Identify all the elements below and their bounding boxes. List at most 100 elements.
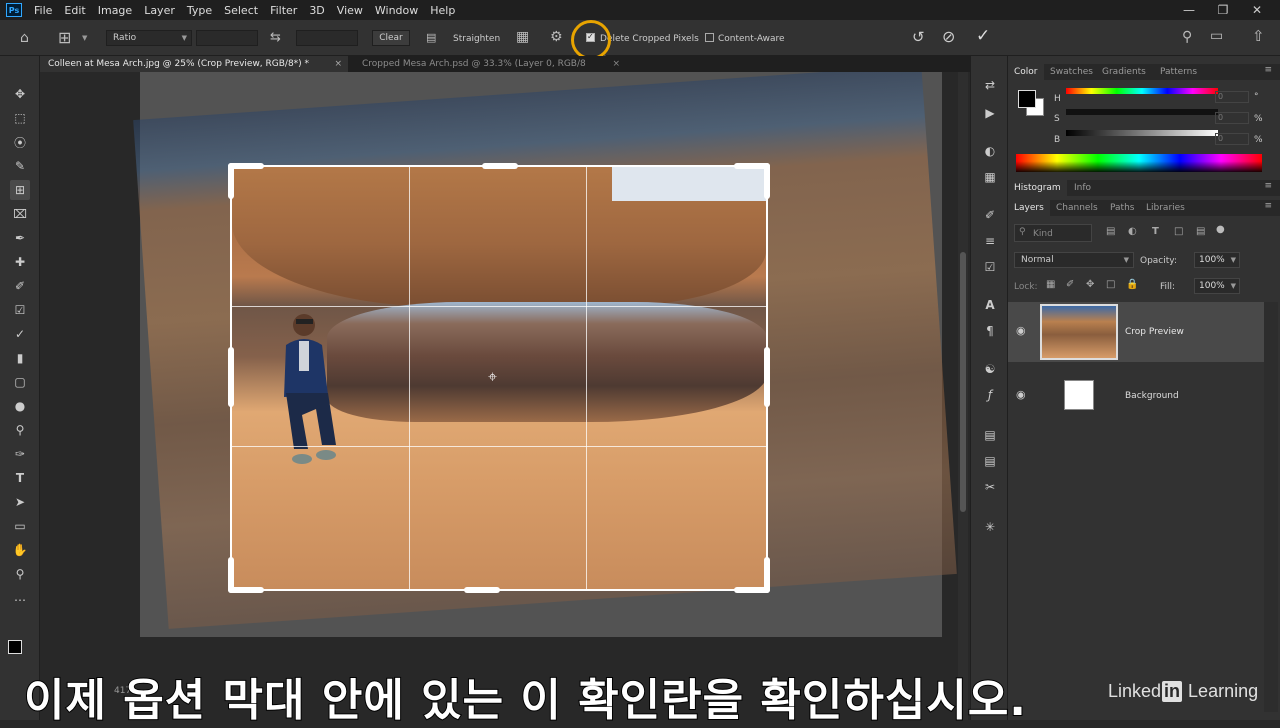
- menu-help[interactable]: Help: [424, 4, 461, 17]
- restore-icon[interactable]: ❐: [1206, 0, 1240, 20]
- stamp-tool-icon[interactable]: ☑: [10, 300, 30, 320]
- quick-select-tool-icon[interactable]: ✎: [10, 156, 30, 176]
- channels-icon[interactable]: ▤: [981, 426, 999, 444]
- history-icon[interactable]: ⇄: [981, 76, 999, 94]
- pen-tool-icon[interactable]: ✑: [10, 444, 30, 464]
- close-icon[interactable]: ×: [612, 56, 620, 72]
- gear-icon[interactable]: ⚙: [550, 29, 563, 45]
- crop-handle-bottom[interactable]: [464, 587, 500, 593]
- move-tool-icon[interactable]: ✥: [10, 84, 30, 104]
- saturation-slider[interactable]: [1066, 109, 1218, 115]
- panel-menu-icon[interactable]: ≡: [1264, 201, 1272, 211]
- fx-styles-icon[interactable]: ƒ: [981, 386, 999, 404]
- home-icon[interactable]: ⌂: [20, 30, 29, 46]
- more-tools-icon[interactable]: ⋯: [10, 590, 30, 610]
- tab-patterns[interactable]: Patterns: [1154, 64, 1203, 80]
- crop-frame[interactable]: [228, 163, 770, 593]
- close-icon[interactable]: ×: [334, 56, 342, 72]
- hue-slider[interactable]: [1066, 88, 1218, 94]
- rectangle-tool-icon[interactable]: ▭: [10, 516, 30, 536]
- glyphs-icon[interactable]: ☯: [981, 360, 999, 378]
- delete-cropped-pixels-label[interactable]: Delete Cropped Pixels: [600, 34, 699, 44]
- color-spectrum-ramp[interactable]: [1016, 154, 1262, 172]
- crop-tool-preset-icon[interactable]: ⊞: [58, 28, 71, 47]
- zoom-tool-icon[interactable]: ⚲: [10, 564, 30, 584]
- filter-pixel-icon[interactable]: ▤: [1106, 226, 1115, 237]
- filter-adjustment-icon[interactable]: ◐: [1128, 226, 1137, 237]
- brightness-slider[interactable]: [1066, 130, 1218, 136]
- lock-position-icon[interactable]: ✥: [1086, 279, 1094, 290]
- tab-channels[interactable]: Channels: [1050, 200, 1104, 216]
- frame-tool-icon[interactable]: ⌧: [10, 204, 30, 224]
- hue-value[interactable]: 0: [1215, 91, 1249, 103]
- 3d-icon[interactable]: ✳: [981, 518, 999, 536]
- dodge-tool-icon[interactable]: ⚲: [10, 420, 30, 440]
- type-tool-icon[interactable]: T: [10, 468, 30, 488]
- menu-type[interactable]: Type: [181, 4, 218, 17]
- chevron-down-icon[interactable]: ▼: [82, 34, 87, 42]
- document-canvas[interactable]: ⌖ 417: [40, 72, 970, 720]
- eyedropper-tool-icon[interactable]: ✒: [10, 228, 30, 248]
- ratio-height-input[interactable]: [296, 30, 358, 46]
- share-icon[interactable]: ⇧: [1252, 27, 1265, 45]
- properties-icon[interactable]: ▦: [981, 168, 999, 186]
- minimize-icon[interactable]: —: [1172, 0, 1206, 20]
- menu-edit[interactable]: Edit: [58, 4, 91, 17]
- layer-row-background[interactable]: ◉ Background: [1008, 364, 1264, 424]
- straighten-icon[interactable]: ▤: [426, 31, 436, 44]
- brightness-value[interactable]: 0: [1215, 133, 1249, 145]
- search-icon[interactable]: ⚲: [1182, 29, 1192, 45]
- saturation-value[interactable]: 0: [1215, 112, 1249, 124]
- filter-toggle-icon[interactable]: ●: [1216, 224, 1225, 235]
- undo-icon[interactable]: ↺: [912, 28, 925, 46]
- foreground-color-swatch[interactable]: [8, 640, 22, 654]
- clone-source-icon[interactable]: ☑: [981, 258, 999, 276]
- menu-view[interactable]: View: [331, 4, 369, 17]
- tools-cut-icon[interactable]: ✂: [981, 478, 999, 496]
- tab-paths[interactable]: Paths: [1104, 200, 1140, 216]
- tab-info[interactable]: Info: [1068, 180, 1097, 196]
- foreground-color-swatch[interactable]: [1018, 90, 1036, 108]
- tab-cropped[interactable]: Cropped Mesa Arch.psd @ 33.3% (Layer 0, …: [354, 56, 626, 72]
- menu-window[interactable]: Window: [369, 4, 424, 17]
- menu-layer[interactable]: Layer: [138, 4, 181, 17]
- character-icon[interactable]: A: [981, 296, 999, 314]
- lasso-tool-icon[interactable]: ⦿: [10, 132, 30, 152]
- paragraph-icon[interactable]: ¶: [981, 322, 999, 340]
- opacity-input[interactable]: 100% ▼: [1194, 252, 1240, 268]
- layer-row-crop-preview[interactable]: ◉ Crop Preview: [1008, 302, 1264, 362]
- crop-handle-top-left-v[interactable]: [228, 163, 234, 199]
- lock-transparent-icon[interactable]: ▦: [1046, 279, 1055, 290]
- brush-settings-icon[interactable]: ✐: [981, 206, 999, 224]
- tab-layers[interactable]: Layers: [1008, 200, 1050, 216]
- tab-histogram[interactable]: Histogram: [1008, 180, 1067, 196]
- history-brush-tool-icon[interactable]: ✓: [10, 324, 30, 344]
- gradient-tool-icon[interactable]: ▢: [10, 372, 30, 392]
- filter-type-icon[interactable]: T: [1152, 226, 1159, 237]
- filter-shape-icon[interactable]: □: [1174, 226, 1183, 237]
- content-aware-label[interactable]: Content-Aware: [718, 34, 785, 44]
- eye-icon[interactable]: ◉: [1016, 324, 1026, 337]
- blend-mode-select[interactable]: Normal ▼: [1014, 252, 1134, 268]
- layer-name[interactable]: Background: [1125, 391, 1179, 401]
- menu-3d[interactable]: 3D: [303, 4, 330, 17]
- panel-menu-icon[interactable]: ≡: [1264, 181, 1272, 191]
- ratio-select[interactable]: Ratio ▼: [106, 30, 192, 46]
- commit-check-icon[interactable]: ✓: [976, 26, 990, 46]
- fill-input[interactable]: 100% ▼: [1194, 278, 1240, 294]
- tab-colleen[interactable]: Colleen at Mesa Arch.jpg @ 25% (Crop Pre…: [40, 56, 348, 72]
- crop-handle-bottom-left-v[interactable]: [228, 557, 234, 593]
- crop-handle-left[interactable]: [228, 347, 234, 407]
- lock-all-icon[interactable]: 🔒: [1126, 279, 1138, 290]
- path-select-tool-icon[interactable]: ➤: [10, 492, 30, 512]
- crop-handle-top[interactable]: [482, 163, 518, 169]
- menu-select[interactable]: Select: [218, 4, 264, 17]
- lock-artboard-icon[interactable]: □: [1106, 279, 1115, 290]
- content-aware-checkbox[interactable]: [705, 33, 714, 42]
- tab-color[interactable]: Color: [1008, 64, 1044, 80]
- marquee-tool-icon[interactable]: ⬚: [10, 108, 30, 128]
- blur-tool-icon[interactable]: ●: [10, 396, 30, 416]
- cancel-icon[interactable]: ⊘: [942, 27, 955, 46]
- eye-icon[interactable]: ◉: [1016, 388, 1026, 401]
- tab-libraries[interactable]: Libraries: [1140, 200, 1191, 216]
